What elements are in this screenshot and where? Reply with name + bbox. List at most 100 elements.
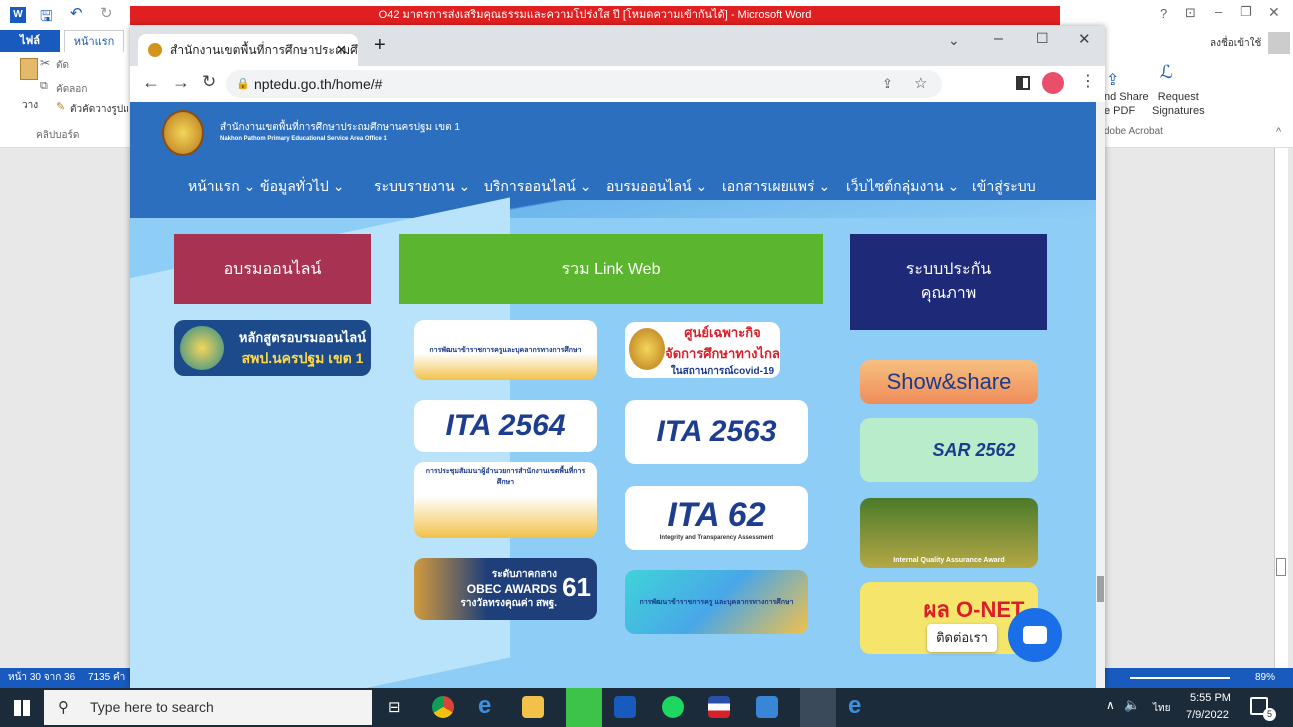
word-close-icon[interactable]: ✕	[1268, 4, 1280, 21]
page-scroll-thumb[interactable]	[1097, 576, 1104, 602]
chrome-close-icon[interactable]: ✕	[1078, 30, 1091, 48]
nav-publications[interactable]: เอกสารเผยแพร่ ⌄	[722, 172, 830, 200]
edge-taskbar-icon[interactable]: e	[848, 692, 861, 720]
site-logo[interactable]	[162, 110, 204, 156]
chrome-taskbar-icon[interactable]	[432, 696, 454, 718]
clock-time[interactable]: 5:55 PM	[1190, 692, 1231, 704]
nav-general-info[interactable]: ข้อมูลทั่วไป ⌄	[260, 172, 344, 200]
cut-icon[interactable]: ✂	[40, 56, 50, 70]
page-scrollbar[interactable]	[1096, 102, 1105, 688]
obec-awards-banner[interactable]: ระดับภาคกลาง OBEC AWARDS รางวัลทรงคุณค่า…	[414, 558, 597, 620]
clock-date[interactable]: 7/9/2022	[1186, 709, 1229, 721]
account-icon[interactable]	[1268, 32, 1290, 54]
ribbon-display-icon[interactable]: ⊡	[1185, 5, 1196, 21]
cut-label[interactable]: ตัด	[56, 58, 69, 73]
address-bar[interactable]: 🔒 nptedu.go.th/home/# ⇪ ☆	[226, 70, 942, 98]
request-signatures-icon[interactable]: ℒ	[1160, 62, 1173, 83]
teacher-dev-2-banner[interactable]: การพัฒนาข้าราชการครู และบุคลากรทางการศึก…	[625, 570, 808, 634]
signin-link[interactable]: ลงชื่อเข้าใช้	[1210, 36, 1261, 51]
reload-icon[interactable]: ↻	[202, 72, 216, 92]
taskbar-search-input[interactable]: ⚲ Type here to search	[44, 690, 372, 725]
chrome-maximize-icon[interactable]: ☐	[1036, 30, 1049, 47]
quality-assurance-block[interactable]: ระบบประกัน คุณภาพ	[850, 234, 1047, 330]
app-icon-flag[interactable]	[708, 696, 730, 718]
share-pdf-button[interactable]: nd Share e PDF	[1104, 90, 1149, 118]
tab-search-icon[interactable]: ⌄	[948, 32, 960, 49]
word-taskbar-icon[interactable]	[614, 696, 636, 718]
new-tab-icon[interactable]: +	[374, 34, 386, 57]
share-icon[interactable]: ⇪	[882, 70, 893, 98]
spotify-icon[interactable]	[662, 696, 684, 718]
copy-icon[interactable]: ⧉	[40, 80, 48, 93]
edge-legacy-icon[interactable]: e	[478, 692, 491, 720]
teacher-dev-banner[interactable]: การพัฒนาข้าราชการครูและบุคลากรทางการศึกษ…	[414, 320, 597, 380]
tab-home[interactable]: หน้าแรก	[64, 30, 124, 52]
contact-tooltip[interactable]: ติดต่อเรา	[927, 624, 997, 652]
save-icon[interactable]: 🖫	[40, 6, 53, 31]
line-app-icon[interactable]	[566, 688, 602, 727]
help-icon[interactable]: ?	[1160, 6, 1167, 21]
word-restore-icon[interactable]: ❐	[1240, 4, 1252, 20]
format-painter-icon[interactable]: ✎	[56, 100, 65, 113]
ita-2564-banner[interactable]: ITA 2564	[414, 400, 597, 452]
profile-avatar[interactable]	[1042, 72, 1064, 94]
tab-file[interactable]: ไฟล์	[0, 30, 60, 52]
nav-online-services[interactable]: บริการออนไลน์ ⌄	[484, 172, 591, 200]
org-name-th[interactable]: สำนักงานเขตพื้นที่การศึกษาประถมศึกษานครป…	[220, 120, 460, 135]
input-language[interactable]: ไทย	[1153, 701, 1170, 716]
chrome-active-taskbar-icon[interactable]	[800, 688, 836, 727]
nav-home[interactable]: หน้าแรก ⌄	[188, 172, 255, 200]
start-windows-icon[interactable]	[14, 700, 30, 716]
chat-button[interactable]	[1008, 608, 1062, 662]
chrome-minimize-icon[interactable]: –	[994, 30, 1003, 48]
nav-reports[interactable]: ระบบรายงาน ⌄	[374, 172, 470, 200]
status-words[interactable]: 7135 คำ	[88, 672, 125, 683]
ita-2563-banner[interactable]: ITA 2563	[625, 400, 808, 464]
show-share-banner[interactable]: Show&share	[860, 360, 1038, 404]
ita-62-banner[interactable]: ITA 62 Integrity and Transparency Assess…	[625, 486, 808, 550]
forward-icon[interactable]: →	[172, 72, 190, 93]
zoom-level[interactable]: 89%	[1255, 668, 1275, 688]
course-logo	[180, 326, 224, 370]
side-panel-icon[interactable]	[1016, 76, 1030, 90]
file-explorer-icon[interactable]	[522, 696, 544, 718]
course-subtitle: สพป.นครปฐม เขต 1	[241, 349, 364, 366]
format-painter-label[interactable]: ตัวคัดวางรูปแบ	[70, 102, 128, 117]
collapse-ribbon-icon[interactable]: ^	[1276, 126, 1281, 138]
link-web-block[interactable]: รวม Link Web	[399, 234, 823, 304]
menu-kebab-icon[interactable]: ⋮	[1080, 71, 1096, 91]
nav-department-sites[interactable]: เว็บไซต์กลุ่มงาน ⌄	[846, 172, 959, 200]
distance-learning-banner[interactable]: ศูนย์เฉพาะกิจ จัดการศึกษาทางไกล ในสถานกา…	[625, 322, 780, 378]
share-pdf-icon[interactable]: ⇪	[1106, 70, 1119, 90]
search-placeholder: Type here to search	[90, 699, 214, 715]
show-share-text: Show&share	[886, 369, 1012, 394]
site-header: สำนักงานเขตพื้นที่การศึกษาประถมศึกษานครป…	[130, 102, 1096, 210]
zoom-slider[interactable]	[1130, 677, 1230, 679]
volume-icon[interactable]: 🔈	[1124, 697, 1140, 713]
request-signatures-button[interactable]: Request Signatures	[1152, 90, 1205, 118]
online-training-block[interactable]: อบรมออนไลน์	[174, 234, 371, 304]
redo-icon[interactable]: ↻	[100, 4, 113, 22]
nav-login[interactable]: เข้าสู่ระบบ	[972, 172, 1036, 200]
copy-label[interactable]: คัดลอก	[56, 82, 87, 97]
status-page[interactable]: หน้า 30 จาก 36	[8, 672, 75, 683]
photos-icon[interactable]	[756, 696, 778, 718]
nav-online-training[interactable]: อบรมออนไลน์ ⌄	[606, 172, 707, 200]
word-scroll-thumb[interactable]	[1276, 558, 1286, 576]
meeting-banner[interactable]: การประชุมสัมมนาผู้อำนวยการสำนักงานเขตพื้…	[414, 462, 597, 538]
back-icon[interactable]: ←	[142, 72, 160, 93]
word-scrollbar[interactable]	[1274, 148, 1288, 668]
sar-2562-banner[interactable]: SAR 2562	[860, 418, 1038, 482]
bookmark-star-icon[interactable]: ☆	[914, 70, 927, 98]
browser-tab[interactable]: สำนักงานเขตพื้นที่การศึกษาประถมศึก ✕	[138, 34, 358, 66]
word-minimize-icon[interactable]: –	[1215, 4, 1222, 19]
task-view-icon[interactable]: ⊟	[388, 698, 401, 716]
undo-icon[interactable]: ↶	[70, 4, 83, 22]
online-course-banner[interactable]: หลักสูตรอบรมออนไลน์ สพป.นครปฐม เขต 1	[174, 320, 371, 376]
lock-icon[interactable]: 🔒	[236, 70, 250, 98]
tab-close-icon[interactable]: ✕	[336, 34, 347, 66]
paste-icon[interactable]	[20, 58, 38, 80]
tray-chevron-icon[interactable]: ∧	[1106, 698, 1115, 712]
iqa-award-banner[interactable]: Internal Quality Assurance Award	[860, 498, 1038, 568]
url-text[interactable]: nptedu.go.th/home/#	[254, 76, 382, 92]
